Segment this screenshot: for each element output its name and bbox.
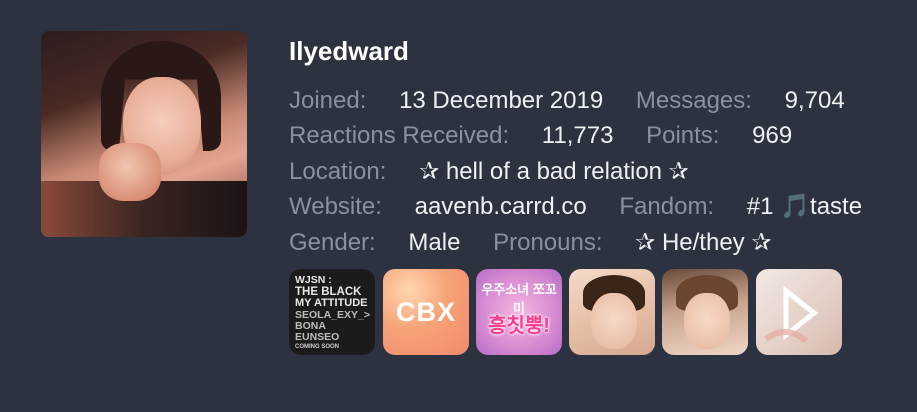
badge2-text: CBX (395, 297, 456, 327)
badge-logo-emblem[interactable] (756, 269, 842, 355)
badge-wjsn-black[interactable]: WJSN : THE BLACK MY ATTITUDE SEOLA_EXY_>… (289, 269, 375, 355)
pronouns-label: Pronouns: (493, 229, 603, 256)
location-label: Location: (289, 158, 387, 185)
joined-value: 13 December 2019 (399, 87, 604, 114)
emblem-logo-icon (764, 285, 819, 344)
stats-row-location: Location: ✰ hell of a bad relation ✰ (289, 155, 689, 189)
reactions-value[interactable]: 11,773 (542, 119, 614, 153)
badge1-line7: COMING SOON (295, 344, 340, 350)
badge-idol-photo-2[interactable] (662, 269, 748, 355)
gender-label: Gender: (289, 229, 376, 256)
stats-row-website: Website: aavenb.carrd.co Fandom: #1 🎵tas… (289, 190, 862, 224)
badge-idol-photo-1[interactable] (569, 269, 655, 355)
username-link[interactable]: Ilyedward (289, 36, 409, 67)
badge3-main-text: 흥칫뿡! (488, 315, 550, 337)
messages-value[interactable]: 9,704 (785, 84, 845, 118)
badge1-line3: MY ATTITUDE (295, 297, 368, 309)
points-label[interactable]: Points: (646, 119, 719, 153)
messages-label[interactable]: Messages: (636, 84, 752, 118)
stats-row-joined: Joined: 13 December 2019 Messages: 9,704 (289, 84, 845, 118)
fandom-value: #1 🎵taste (746, 193, 863, 220)
points-value[interactable]: 969 (752, 119, 792, 153)
website-label: Website: (289, 193, 382, 220)
badge1-line1: WJSN : (295, 274, 332, 286)
badge-cbx[interactable]: CBX (383, 269, 469, 355)
badge-wjsn-chocome[interactable]: 우주소녀 쪼꼬미 흥칫뿡! (476, 269, 562, 355)
fandom-label: Fandom: (619, 193, 715, 220)
profile-avatar[interactable] (41, 31, 247, 237)
badge5-face (684, 293, 730, 349)
location-value[interactable]: ✰ hell of a bad relation ✰ (419, 155, 689, 189)
website-link[interactable]: aavenb.carrd.co (415, 190, 587, 224)
badge4-face (591, 293, 637, 349)
badge1-line6: EUNSEO (295, 331, 340, 343)
stats-row-reactions: Reactions Received: 11,773 Points: 969 (289, 119, 792, 153)
joined-label: Joined: (289, 87, 367, 114)
avatar-fist (99, 143, 161, 201)
stats-row-gender: Gender: Male Pronouns: ✰ He/they ✰ (289, 226, 771, 260)
gender-value: Male (408, 229, 461, 256)
pronouns-value: ✰ He/they ✰ (635, 229, 772, 256)
reactions-label[interactable]: Reactions Received: (289, 119, 509, 153)
